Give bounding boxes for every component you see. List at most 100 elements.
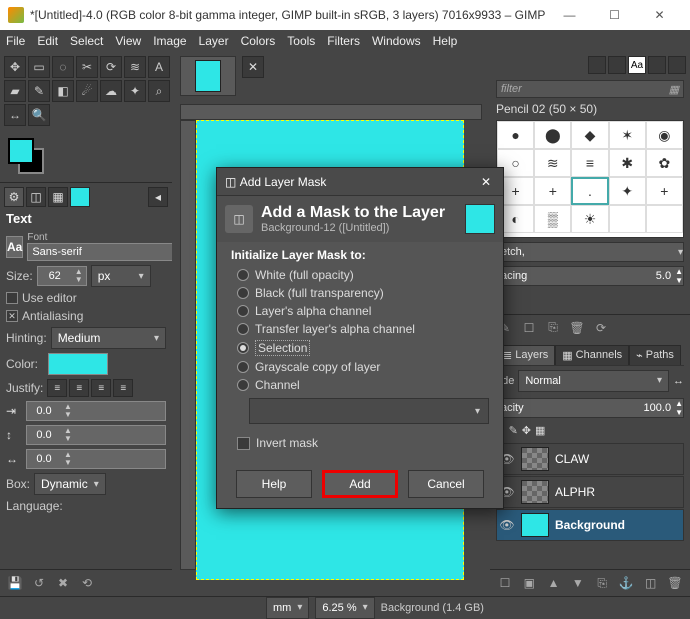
stretch-slider[interactable]: etch,▾ [496,242,684,262]
justify-fill[interactable]: ≡ [113,379,133,397]
image-tab[interactable] [180,56,236,96]
dock-tab-color[interactable] [70,187,90,207]
tool-pencil[interactable]: ✎ [28,80,50,102]
tool-smudge[interactable]: ☁ [100,80,122,102]
zoom-select[interactable]: 6.25 %▾ [315,597,374,619]
fg-color[interactable] [8,138,34,164]
radio-selection[interactable]: Selection [231,338,489,358]
help-button[interactable]: Help [236,470,312,498]
dock-history-icon[interactable] [648,56,666,74]
window-close-button[interactable]: ✕ [637,0,682,30]
fg-bg-colors[interactable] [4,134,54,174]
layer-mask-icon[interactable]: ◫ [642,574,660,592]
radio-white[interactable]: White (full opacity) [231,266,489,284]
use-editor-checkbox[interactable]: Use editor [0,289,172,307]
dock-brush-icon[interactable] [588,56,606,74]
brush-grid[interactable]: ●⬤◆✶◉ ○≋≡✱✿ ++.✦+ ◐▒☀ [496,120,684,238]
layer-row[interactable]: 👁Background [496,509,684,541]
tool-rotate[interactable]: ⟳ [100,56,122,78]
tool-rect-select[interactable]: ▭ [28,56,50,78]
tool-options-save-icon[interactable]: 💾 [6,574,24,592]
dock-tab-tool-options[interactable]: ⚙ [4,187,24,207]
tab-channels[interactable]: ▦ Channels [555,345,629,365]
menu-help[interactable]: Help [433,34,458,48]
antialias-checkbox[interactable]: ✕Antialiasing [0,307,172,325]
tool-options-restore-icon[interactable]: ↺ [30,574,48,592]
brush-del-icon[interactable]: 🗑 [568,319,586,337]
radio-black[interactable]: Black (full transparency) [231,284,489,302]
invert-mask-checkbox[interactable]: Invert mask [231,432,489,454]
tool-text[interactable]: A [148,56,170,78]
channel-select[interactable]: ▾ [249,398,489,424]
justify-right[interactable]: ≡ [69,379,89,397]
radio-grayscale[interactable]: Grayscale copy of layer [231,358,489,376]
dock-tab-device[interactable]: ◫ [26,187,46,207]
menu-windows[interactable]: Windows [372,34,421,48]
menu-filters[interactable]: Filters [327,34,360,48]
lock-pixel-icon[interactable]: ✎ [509,424,518,437]
box-select[interactable]: Dynamic▾ [34,473,106,495]
brush-filter-input[interactable]: filter▦ [496,80,684,98]
layer-dup-icon[interactable]: ⎘ [593,574,611,592]
menu-layer[interactable]: Layer [199,34,229,48]
layer-group-icon[interactable]: ▣ [520,574,538,592]
tab-paths[interactable]: ⌁ Paths [629,345,681,365]
dock-tab-images[interactable]: ▦ [48,187,68,207]
visibility-icon[interactable]: 👁 [499,517,515,533]
letter-spacing-spinner[interactable]: ▲▼ [26,449,166,469]
cancel-button[interactable]: Cancel [408,470,484,498]
tool-bucket[interactable]: ▰ [4,80,26,102]
dock-tab-menu[interactable]: ◂ [148,187,168,207]
menu-tools[interactable]: Tools [287,34,315,48]
hinting-select[interactable]: Medium▾ [51,327,166,349]
add-button[interactable]: Add [322,470,398,498]
tool-zoom[interactable]: 🔍 [28,104,50,126]
menu-select[interactable]: Select [70,34,103,48]
menu-colors[interactable]: Colors [241,34,276,48]
layer-down-icon[interactable]: ▼ [569,574,587,592]
tool-warp[interactable]: ≋ [124,56,146,78]
tool-clone[interactable]: ☄ [76,80,98,102]
menu-image[interactable]: Image [153,34,186,48]
brush-dup-icon[interactable]: ⎘ [544,319,562,337]
tool-options-delete-icon[interactable]: ✖ [54,574,72,592]
menu-file[interactable]: File [6,34,25,48]
layer-delete-icon[interactable]: 🗑 [666,574,684,592]
dock-menu-icon[interactable] [668,56,686,74]
radio-alpha[interactable]: Layer's alpha channel [231,302,489,320]
layer-new-icon[interactable]: ☐ [496,574,514,592]
justify-center[interactable]: ≡ [91,379,111,397]
layer-up-icon[interactable]: ▲ [545,574,563,592]
blend-mode-select[interactable]: Normal▾ [518,370,669,392]
font-preview-badge[interactable]: Aa [6,236,23,258]
justify-left[interactable]: ≡ [47,379,67,397]
font-input[interactable] [27,243,179,261]
dock-pattern-icon[interactable] [608,56,626,74]
unit-select[interactable]: mm▾ [266,597,309,619]
tool-picker[interactable]: ⌕ [148,80,170,102]
layer-merge-icon[interactable]: ⚓ [617,574,635,592]
tool-path[interactable]: ✦ [124,80,146,102]
tool-move[interactable]: ✥ [4,56,26,78]
brush-refresh-icon[interactable]: ⟳ [592,319,610,337]
menu-view[interactable]: View [115,34,141,48]
opacity-slider[interactable]: acity100.0▲▼ [496,398,684,418]
tool-free-select[interactable]: ◌ [52,56,74,78]
window-maximize-button[interactable]: ☐ [592,0,637,30]
ruler-horizontal[interactable] [180,104,482,120]
lock-alpha-icon[interactable]: ▦ [535,424,545,437]
tool-options-reset-icon[interactable]: ⟲ [78,574,96,592]
size-value[interactable] [38,270,72,282]
image-tab-close[interactable]: ✕ [242,56,264,78]
lock-position-icon[interactable]: ✥ [522,424,531,437]
size-spinner[interactable]: ▲▼ [37,266,87,286]
text-color-swatch[interactable] [48,353,108,375]
tool-crop[interactable]: ✂ [76,56,98,78]
line-spacing-spinner[interactable]: ▲▼ [26,425,166,445]
indent-spinner[interactable]: ▲▼ [26,401,166,421]
layer-row[interactable]: 👁ALPHR [496,476,684,508]
dialog-close-button[interactable]: ✕ [477,173,495,191]
tool-eraser[interactable]: ◧ [52,80,74,102]
tab-layers[interactable]: ≣ Layers [496,345,555,365]
tool-measure[interactable]: ↔ [4,104,26,126]
